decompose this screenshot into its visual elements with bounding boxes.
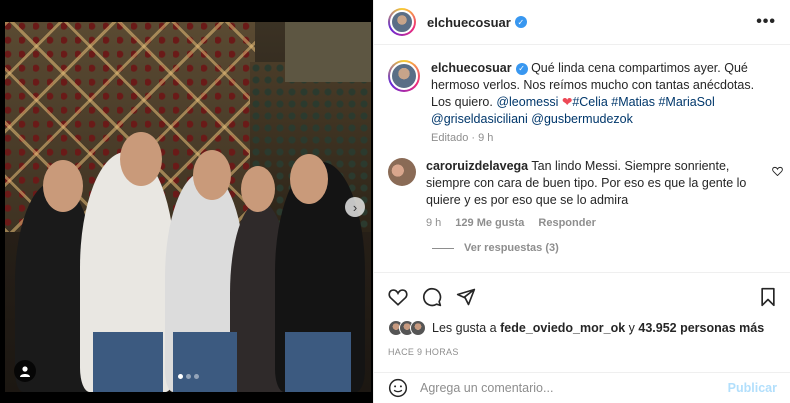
- post-photo[interactable]: [5, 22, 371, 392]
- caption-meta: Editado · 9 h: [431, 132, 494, 144]
- add-comment-bar: Publicar: [374, 372, 790, 403]
- comment-text: caroruizdelavega Tan lindo Messi. Siempr…: [426, 158, 756, 209]
- liker-avatar: [410, 320, 426, 336]
- likes-count[interactable]: 43.952 personas más: [638, 321, 764, 335]
- author-avatar[interactable]: [388, 8, 416, 36]
- caption-avatar[interactable]: [388, 60, 420, 92]
- comment-input[interactable]: [420, 381, 710, 395]
- likes-summary: Les gusta a fede_oviedo_mor_ok y 43.952 …: [388, 320, 764, 336]
- comment-time: 9 h: [426, 217, 442, 229]
- likes-connector: y: [628, 321, 635, 335]
- likes-prefix: Les gusta a: [432, 321, 497, 335]
- post-actions: [374, 272, 790, 307]
- comment-like-icon[interactable]: [772, 166, 783, 179]
- person-5-head: [290, 154, 328, 204]
- carousel-dot: [186, 374, 191, 379]
- caption-text: elchuecosuar ✓ Qué linda cena compartimos…: [431, 60, 771, 128]
- tagged-people-button[interactable]: [14, 360, 36, 382]
- user-icon: [20, 366, 30, 377]
- person-3-head: [193, 150, 231, 200]
- person-2-jeans: [93, 332, 163, 392]
- view-replies-button[interactable]: Ver respuestas (3): [432, 242, 559, 254]
- like-heart-icon[interactable]: [388, 288, 408, 306]
- share-icon[interactable]: [456, 287, 476, 307]
- emoji-icon[interactable]: [388, 378, 408, 398]
- mention-link[interactable]: @griseldasiciliani: [431, 112, 528, 126]
- person-5-jeans: [285, 332, 351, 392]
- chevron-right-icon: ›: [352, 199, 358, 215]
- carousel-dot: [194, 374, 199, 379]
- commenter-username[interactable]: caroruizdelavega: [426, 159, 528, 173]
- liker-avatars: [388, 320, 426, 336]
- view-replies-label[interactable]: Ver respuestas (3): [464, 242, 559, 254]
- verified-badge-icon: ✓: [514, 16, 527, 28]
- commenter-avatar[interactable]: [388, 158, 416, 186]
- post-caption: elchuecosuar ✓ Qué linda cena compartimos…: [388, 60, 783, 144]
- verified-badge-icon: ✓: [515, 62, 528, 75]
- comment-icon[interactable]: [422, 287, 442, 307]
- mention-link[interactable]: @gusbermudezok: [531, 112, 633, 126]
- heart-emoji-icon: ❤: [561, 95, 573, 109]
- person-3-jeans: [173, 332, 237, 392]
- bookmark-icon[interactable]: [759, 287, 777, 307]
- more-options-icon[interactable]: •••: [756, 13, 776, 31]
- post-sidebar: elchuecosuar ✓ ••• elchuecosuar ✓ Qué lin…: [373, 0, 790, 403]
- carousel-indicator: [178, 374, 199, 379]
- liker-username[interactable]: fede_oviedo_mor_ok: [500, 321, 625, 335]
- author-username[interactable]: elchuecosuar: [427, 15, 511, 30]
- wall-background: [285, 22, 371, 82]
- post-header: elchuecosuar ✓ •••: [374, 0, 790, 45]
- publish-button[interactable]: Publicar: [728, 381, 777, 395]
- person-2-head: [120, 132, 162, 186]
- hashtag-links[interactable]: #Celia #Matias #MariaSol: [572, 95, 714, 109]
- comment-actions: 9 h 129 Me gusta Responder: [426, 217, 756, 229]
- carousel-next-button[interactable]: ›: [345, 197, 365, 217]
- person-4-head: [241, 166, 275, 212]
- post-timestamp[interactable]: HACE 9 HORAS: [388, 347, 459, 357]
- caption-username[interactable]: elchuecosuar: [431, 61, 512, 75]
- mention-link[interactable]: @leomessi: [496, 95, 558, 109]
- post-media: ›: [0, 0, 373, 403]
- carousel-dot: [178, 374, 183, 379]
- comment-item: caroruizdelavega Tan lindo Messi. Siempr…: [388, 158, 783, 229]
- reply-button[interactable]: Responder: [538, 217, 595, 229]
- comment-likes[interactable]: 129 Me gusta: [455, 217, 524, 229]
- replies-divider: [432, 247, 454, 249]
- person-1-head: [43, 160, 83, 212]
